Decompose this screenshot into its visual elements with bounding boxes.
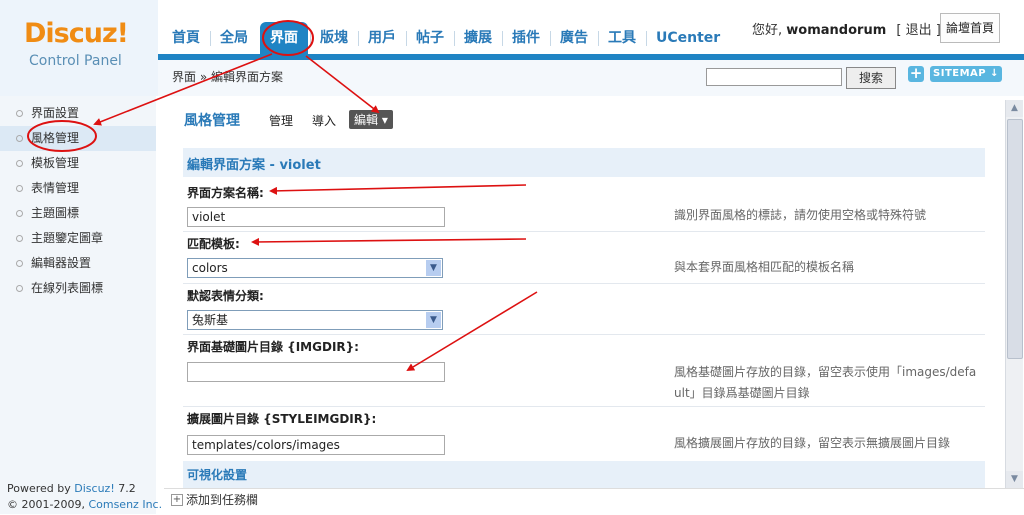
row-divider	[183, 283, 985, 284]
tab-home[interactable]: 首頁	[162, 22, 210, 54]
field-label-scheme-name: 界面方案名稱:	[187, 186, 264, 200]
field-hint: 與本套界面風格相匹配的模板名稱	[674, 260, 855, 274]
tab-interface[interactable]: 界面	[260, 22, 308, 54]
page-title: 風格管理	[184, 113, 240, 129]
sidebar-item-online-icons[interactable]: 在線列表圖標	[0, 276, 156, 301]
user-info: 您好, womandorum [ 退出 ]	[752, 19, 941, 38]
row-divider	[183, 406, 985, 407]
field-hint: 識別界面風格的標誌，請勿使用空格或特殊符號	[674, 208, 927, 222]
bullet-icon	[16, 135, 23, 142]
template-select[interactable]: colors ▼	[187, 258, 443, 278]
bullet-icon	[16, 160, 23, 167]
field-hint: 風格基礎圖片存放的目錄，留空表示使用「images/defa	[674, 365, 977, 379]
dropdown-arrow-icon[interactable]: ▼	[426, 260, 441, 276]
forum-home-button[interactable]: 論壇首頁	[940, 13, 1000, 43]
tab-manage[interactable]: 管理	[269, 112, 293, 129]
tab-import[interactable]: 導入	[312, 112, 336, 129]
sidebar-item-template-management[interactable]: 模板管理	[0, 151, 156, 176]
scroll-down-icon[interactable]: ▼	[1006, 471, 1023, 488]
tab-extensions[interactable]: 擴展	[454, 22, 502, 54]
comsenz-link[interactable]: Comsenz Inc.	[88, 498, 162, 511]
powered-by: Powered by Discuz! 7.2 © 2001-2009, Coms…	[7, 481, 162, 513]
select-value: 兔斯基	[192, 313, 229, 327]
tab-global[interactable]: 全局	[210, 22, 258, 54]
tab-tools[interactable]: 工具	[598, 22, 646, 54]
sidebar-item-smilies[interactable]: 表情管理	[0, 176, 156, 201]
copyright-prefix: © 2001-2009,	[7, 498, 89, 511]
sidebar-item-label: 編輯器設置	[31, 256, 92, 270]
sidebar-item-interface-settings[interactable]: 界面設置	[0, 101, 156, 126]
field-hint-continued: ult」目錄爲基礎圖片目錄	[674, 386, 810, 400]
bullet-icon	[16, 110, 23, 117]
bullet-icon	[16, 235, 23, 242]
powered-version: 7.2	[114, 482, 136, 495]
sidebar: 界面設置 風格管理 模板管理 表情管理 主題圖標 主題鑒定圖章 編輯器設置 在線…	[0, 96, 156, 514]
main-content: 風格管理 管理 導入 編輯 ▾ 編輯界面方案 - violet 界面方案名稱: …	[164, 100, 1004, 488]
logo-subtitle: Control Panel	[29, 53, 122, 69]
add-to-taskbar-link[interactable]: 添加到任務欄	[186, 491, 258, 508]
tab-posts[interactable]: 帖子	[406, 22, 454, 54]
top-nav: 首頁 全局 界面 版塊 用戶 帖子 擴展 插件 廣告 工具 UCenter	[162, 22, 730, 56]
field-label-template: 匹配模板:	[187, 237, 240, 251]
tab-ucenter[interactable]: UCenter	[646, 22, 730, 54]
header: Discuz! Control Panel 首頁 全局 界面 版塊 用戶 帖子 …	[0, 0, 1024, 96]
search-input[interactable]	[706, 68, 842, 86]
scrollbar[interactable]: ▲ ▼	[1005, 100, 1023, 488]
dropdown-arrow-icon[interactable]: ▼	[426, 312, 441, 328]
sidebar-item-thread-icons[interactable]: 主題圖標	[0, 201, 156, 226]
section-header: 編輯界面方案 - violet	[183, 148, 985, 177]
sidebar-item-label: 風格管理	[31, 131, 80, 145]
logo[interactable]: Discuz! Control Panel	[0, 0, 158, 96]
bullet-icon	[16, 260, 23, 267]
field-label-imgdir: 界面基礎圖片目錄 {IMGDIR}:	[187, 340, 359, 354]
sidebar-item-label: 界面設置	[31, 106, 80, 120]
bullet-icon	[16, 210, 23, 217]
visual-settings-header[interactable]: 可視化設置	[183, 461, 985, 488]
field-label-styleimgdir: 擴展圖片目錄 {STYLEIMGDIR}:	[187, 412, 377, 426]
search-button[interactable]: 搜索	[846, 67, 896, 89]
bullet-icon	[16, 285, 23, 292]
sidebar-item-label: 模板管理	[31, 156, 80, 170]
greeting-text: 您好,	[752, 23, 783, 38]
bullet-icon	[16, 185, 23, 192]
powered-prefix: Powered by	[7, 482, 75, 495]
sidebar-item-style-management[interactable]: 風格管理	[0, 126, 156, 151]
breadcrumb: 界面 » 編輯界面方案	[172, 70, 283, 84]
sitemap-button[interactable]: SITEMAP ↓	[930, 66, 1002, 82]
sidebar-item-label: 表情管理	[31, 181, 80, 195]
tab-edit-dropdown[interactable]: 編輯 ▾	[349, 110, 393, 129]
row-divider	[183, 334, 985, 335]
logout-link[interactable]: [ 退出 ]	[896, 23, 940, 38]
sidebar-item-label: 主題圖標	[31, 206, 80, 220]
taskbar: + 添加到任務欄	[164, 488, 1024, 515]
sidebar-item-label: 主題鑒定圖章	[31, 231, 104, 245]
sidebar-list: 界面設置 風格管理 模板管理 表情管理 主題圖標 主題鑒定圖章 編輯器設置 在線…	[0, 101, 156, 301]
tab-plugins[interactable]: 插件	[502, 22, 550, 54]
scroll-thumb[interactable]	[1007, 119, 1023, 359]
plus-icon[interactable]: +	[171, 494, 183, 506]
sidebar-item-stamps[interactable]: 主題鑒定圖章	[0, 226, 156, 251]
visual-settings-title: 可視化設置	[187, 468, 248, 482]
field-label-smilies: 默認表情分類:	[187, 289, 264, 303]
sidebar-item-editor-settings[interactable]: 編輯器設置	[0, 251, 156, 276]
row-divider	[183, 231, 985, 232]
imgdir-input[interactable]	[187, 362, 445, 382]
discuz-link[interactable]: Discuz!	[74, 482, 114, 495]
tab-ads[interactable]: 廣告	[550, 22, 598, 54]
select-value: colors	[192, 261, 228, 275]
smilies-select[interactable]: 兔斯基 ▼	[187, 310, 443, 330]
sidebar-item-label: 在線列表圖標	[31, 281, 104, 295]
logo-wordmark: Discuz!	[24, 18, 129, 49]
scheme-name-input[interactable]: violet	[187, 207, 445, 227]
tab-forums[interactable]: 版塊	[310, 22, 358, 54]
scroll-up-icon[interactable]: ▲	[1006, 100, 1023, 117]
add-icon[interactable]: +	[908, 66, 924, 82]
styleimgdir-input[interactable]: templates/colors/images	[187, 435, 445, 455]
tab-users[interactable]: 用戶	[358, 22, 406, 54]
username: womandorum	[786, 23, 887, 38]
field-hint: 風格擴展圖片存放的目錄，留空表示無擴展圖片目錄	[674, 436, 951, 450]
section-title: 編輯界面方案 - violet	[187, 158, 321, 173]
